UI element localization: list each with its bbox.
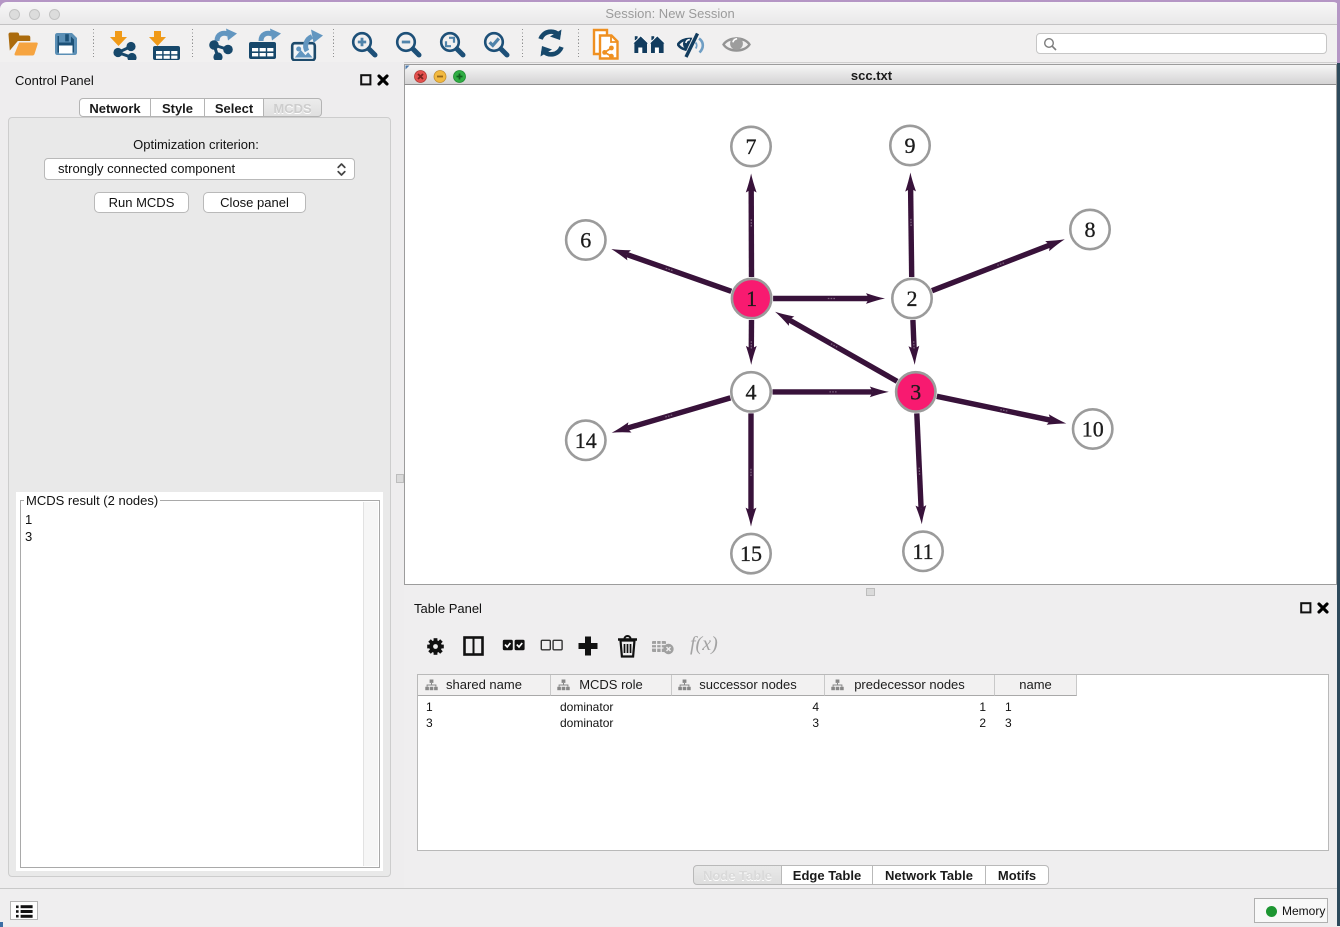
svg-text:6: 6 <box>580 228 591 253</box>
svg-text:11: 11 <box>912 539 933 564</box>
svg-text:2: 2 <box>907 286 918 311</box>
svg-text:15: 15 <box>740 541 762 566</box>
svg-text:4: 4 <box>746 379 757 404</box>
svg-text:14: 14 <box>575 428 597 453</box>
svg-text:9: 9 <box>905 133 916 158</box>
svg-text:10: 10 <box>1082 417 1104 442</box>
svg-text:8: 8 <box>1085 217 1096 242</box>
svg-text:3: 3 <box>910 379 921 404</box>
svg-text:7: 7 <box>746 134 757 159</box>
svg-text:1: 1 <box>746 286 757 311</box>
